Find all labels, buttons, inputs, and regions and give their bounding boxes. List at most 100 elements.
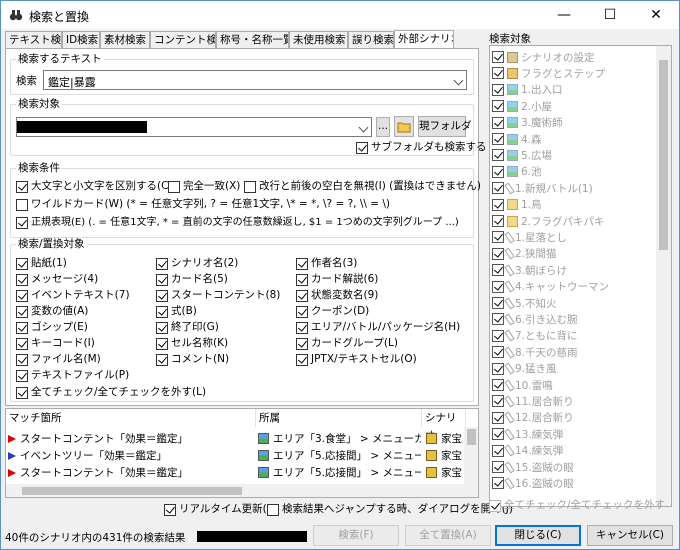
check-icon[interactable]	[492, 247, 504, 260]
target-list-item[interactable]: 6.池	[492, 164, 657, 180]
check-icon[interactable]	[492, 67, 504, 80]
target-list-item[interactable]: 3.魔術師	[492, 115, 657, 131]
check-icon[interactable]	[492, 231, 504, 244]
check-icon[interactable]	[492, 51, 504, 63]
check-icon[interactable]	[492, 395, 504, 408]
target-list-item[interactable]: 2.狭間猫	[492, 246, 657, 262]
target-list-item[interactable]: フラグとステップ	[492, 65, 657, 81]
tab-unused-search[interactable]: 未使用検索	[289, 31, 348, 48]
ignore-whitespace-checkbox[interactable]: 改行と前後の空白を無視(I) (置換はできません)	[244, 180, 481, 193]
target-checkbox[interactable]: 変数の値(A)	[16, 305, 88, 318]
open-folder-button[interactable]	[394, 116, 414, 137]
tab-text-search[interactable]: テキスト検索	[5, 31, 62, 48]
target-list-item[interactable]: シナリオの設定	[492, 49, 657, 65]
check-icon[interactable]	[492, 165, 504, 178]
target-checkbox[interactable]: 状態変数名(9)	[296, 289, 378, 302]
check-icon[interactable]	[492, 313, 504, 326]
target-list-item[interactable]: 9.猛き風	[492, 361, 657, 377]
target-checkbox[interactable]: テキストファイル(P)	[16, 369, 129, 382]
target-list-item[interactable]: 1.星落とし	[492, 229, 657, 245]
target-checkbox[interactable]: 終了印(G)	[156, 321, 219, 334]
column-header-scenario[interactable]: シナリオ	[422, 409, 466, 442]
target-checkbox[interactable]: エリア/バトル/パッケージ名(H)	[296, 321, 460, 334]
chevron-down-icon[interactable]	[358, 122, 369, 133]
check-icon[interactable]	[492, 83, 504, 96]
results-vertical-scrollbar[interactable]	[464, 427, 478, 484]
target-list-item[interactable]: 3.朝ぼらけ	[492, 262, 657, 278]
target-list-item[interactable]: 14.練気弾	[492, 443, 657, 459]
case-sensitive-checkbox[interactable]: 大文字と小文字を区別する(C)	[16, 180, 173, 193]
replace-all-button[interactable]: 全て置換(A)	[405, 525, 491, 546]
maximize-button[interactable]: ☐	[587, 1, 633, 29]
target-checkbox[interactable]: カードグループ(L)	[296, 337, 398, 350]
column-header-owner[interactable]: 所属	[256, 409, 422, 427]
target-list-item[interactable]: 10.雷鳴	[492, 377, 657, 393]
target-checkbox[interactable]: カード名(5)	[156, 273, 228, 286]
target-list-item[interactable]: 8.千天の慈雨	[492, 344, 657, 360]
check-icon[interactable]	[492, 149, 504, 162]
target-checkbox[interactable]: シナリオ名(2)	[156, 257, 238, 270]
cancel-button[interactable]: キャンセル(C)	[587, 525, 673, 546]
scroll-thumb[interactable]	[22, 487, 242, 495]
target-checkbox[interactable]: メッセージ(4)	[16, 273, 98, 286]
check-icon[interactable]	[492, 346, 504, 359]
tab-external-scenario[interactable]: 外部シナリオ	[394, 30, 454, 49]
target-list-item[interactable]: 7.ともに背に	[492, 328, 657, 344]
check-icon[interactable]	[492, 182, 504, 195]
open-dialog-checkbox[interactable]: 検索結果へジャンプする時、ダイアログを開く(J)	[267, 503, 513, 516]
check-icon[interactable]	[492, 329, 504, 342]
chevron-down-icon[interactable]	[453, 75, 464, 86]
tab-title-list[interactable]: 称号・名称一覧	[216, 31, 289, 48]
check-icon[interactable]	[492, 133, 504, 145]
tab-error-search[interactable]: 誤り検索	[348, 31, 394, 48]
target-list-item[interactable]: 5.不知火	[492, 295, 657, 311]
check-icon[interactable]	[492, 362, 504, 375]
tab-material-search[interactable]: 素材検索	[100, 31, 150, 48]
target-list-item[interactable]: 4.森	[492, 131, 657, 147]
current-folder-button[interactable]: 現フォルダ	[418, 116, 472, 137]
target-list-item[interactable]: 12.居合斬り	[492, 410, 657, 426]
check-icon[interactable]	[492, 215, 504, 227]
check-icon[interactable]	[492, 444, 504, 457]
target-list-item[interactable]: 5.広場	[492, 147, 657, 163]
close-button[interactable]: 閉じる(C)	[495, 525, 581, 546]
target-checkbox[interactable]: スタートコンテント(8)	[156, 289, 280, 302]
target-folder-combo[interactable]	[16, 117, 372, 137]
browse-button[interactable]: ...	[376, 117, 390, 137]
search-input[interactable]: 鑑定|暴露	[43, 70, 467, 90]
tab-content-search[interactable]: コンテント検索	[150, 31, 216, 48]
target-list-item[interactable]: 11.居合斬り	[492, 393, 657, 409]
check-icon[interactable]	[492, 280, 504, 293]
regex-checkbox[interactable]: 正規表現(E) (. = 任意1文字, * = 直前の文字の任意数繰返し, $1…	[16, 216, 459, 229]
target-checkbox[interactable]: セル名称(K)	[156, 337, 228, 350]
target-list-item[interactable]: 2.フラグパキパキ	[492, 213, 657, 229]
target-checkbox[interactable]: コメント(N)	[156, 353, 229, 366]
target-checkbox[interactable]: ゴシップ(E)	[16, 321, 88, 334]
target-checkbox[interactable]: イベントテキスト(7)	[16, 289, 130, 302]
wildcard-checkbox[interactable]: ワイルドカード(W) (* = 任意文字列, ? = 任意1文字, \* = *…	[16, 198, 390, 211]
search-button[interactable]: 検索(F)	[313, 525, 399, 546]
check-icon[interactable]	[492, 264, 504, 277]
results-list[interactable]: マッチ箇所 所属 シナリオ スタートコンテント「効果＝鑑定」 エリア「3.食堂」…	[5, 408, 479, 498]
check-icon[interactable]	[492, 477, 504, 490]
exact-match-checkbox[interactable]: 完全一致(X)	[168, 180, 240, 193]
column-header-match[interactable]: マッチ箇所	[6, 409, 256, 427]
check-icon[interactable]	[492, 198, 504, 211]
table-row[interactable]: イベントツリー「効果＝鑑定」 エリア「5.応接間」 > メニューカー... 家宝	[6, 448, 466, 464]
target-list-item[interactable]: 16.盗賊の眼	[492, 475, 657, 491]
target-checkbox[interactable]: カード解説(6)	[296, 273, 378, 286]
target-list-item[interactable]: 2.小屋	[492, 98, 657, 114]
check-icon[interactable]	[492, 411, 504, 424]
tab-id-search[interactable]: ID検索	[62, 31, 100, 48]
right-toggle-all-checkbox[interactable]: 全てチェック/全てチェックを外す	[489, 499, 665, 512]
check-icon[interactable]	[492, 428, 504, 441]
close-window-button[interactable]: ✕	[633, 1, 679, 29]
target-checkbox[interactable]: ファイル名(M)	[16, 353, 101, 366]
scroll-thumb[interactable]	[467, 429, 476, 445]
target-list-scrollbar[interactable]	[656, 46, 671, 506]
realtime-update-checkbox[interactable]: リアルタイム更新(R)	[164, 503, 278, 516]
results-horizontal-scrollbar[interactable]	[6, 484, 478, 497]
target-checkbox[interactable]: 作者名(3)	[296, 257, 357, 270]
target-list-item[interactable]: 13.練気弾	[492, 426, 657, 442]
target-list-item[interactable]: 4.キャットウーマン	[492, 279, 657, 295]
